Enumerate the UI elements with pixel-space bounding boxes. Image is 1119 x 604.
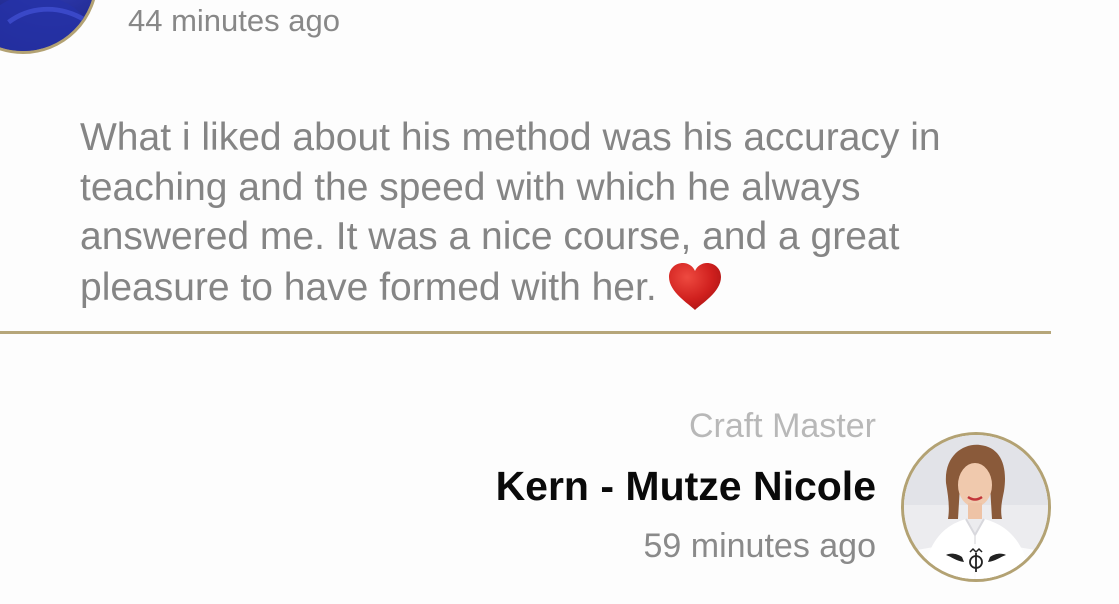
- review-thread: 44 minutes ago What i liked about his me…: [0, 0, 1119, 604]
- red-heart-icon: [668, 262, 721, 310]
- reply-timestamp: 59 minutes ago: [643, 527, 877, 565]
- review-timestamp: 44 minutes ago: [128, 3, 340, 38]
- profile-photo-avatar-icon: [904, 435, 1048, 579]
- review-body: What i liked about his method was his ac…: [80, 116, 941, 309]
- divider: [0, 331, 1051, 334]
- reply-author-avatar[interactable]: [901, 432, 1051, 582]
- user-avatar-icon: [0, 0, 95, 51]
- review-text: What i liked about his method was his ac…: [80, 113, 1040, 312]
- reply-author-name[interactable]: Kern - Mutze Nicole: [496, 456, 876, 516]
- reply-header: Craft Master Kern - Mutze Nicole 59 minu…: [496, 404, 876, 568]
- user-avatar[interactable]: [0, 0, 98, 54]
- reply-author-role: Craft Master: [688, 407, 876, 445]
